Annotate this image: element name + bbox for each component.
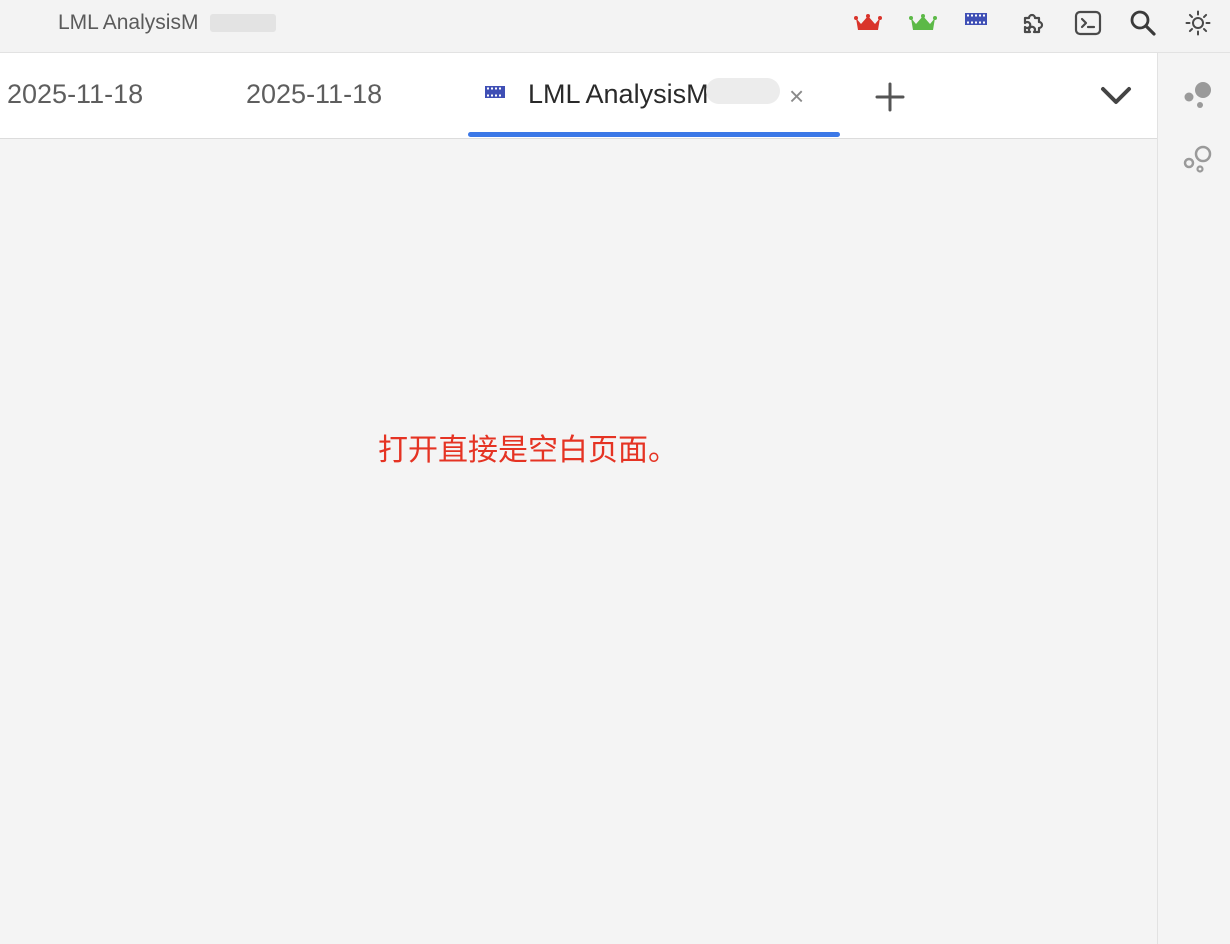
redacted-area xyxy=(706,78,780,104)
redacted-area xyxy=(210,14,276,32)
window-title: LML AnalysisM xyxy=(58,11,199,34)
bubbles-outline-icon[interactable] xyxy=(1182,143,1214,173)
right-side-panel xyxy=(1157,53,1230,944)
tab-label: 2025-11-18 xyxy=(7,79,144,109)
film-icon[interactable] xyxy=(961,4,991,34)
chevron-down-icon xyxy=(1101,87,1131,104)
crown-green-icon[interactable] xyxy=(908,8,938,38)
tab-date-1[interactable]: 2025-11-18 xyxy=(0,53,200,139)
active-tab-indicator xyxy=(468,132,840,137)
close-icon[interactable]: × xyxy=(789,81,804,112)
crown-red-icon[interactable] xyxy=(853,8,883,38)
blank-page-content: 打开直接是空白页面。 xyxy=(0,139,1157,944)
film-icon xyxy=(485,85,505,104)
bubbles-filled-icon[interactable] xyxy=(1182,79,1214,109)
tab-label: 2025-11-18 xyxy=(246,79,383,109)
tab-strip: 2025-11-18 2025-11-18 LML AnalysisM × xyxy=(0,53,1157,139)
terminal-icon[interactable] xyxy=(1073,8,1103,38)
tab-lml-analysis[interactable]: LML AnalysisM × xyxy=(468,53,840,139)
tab-label: LML AnalysisM xyxy=(528,79,709,109)
title-bar: LML AnalysisM xyxy=(0,0,1230,53)
brightness-icon[interactable] xyxy=(1183,8,1213,38)
tab-list-dropdown-button[interactable] xyxy=(1098,81,1134,111)
new-tab-button[interactable] xyxy=(872,79,908,115)
puzzle-icon[interactable] xyxy=(1018,8,1048,38)
tab-date-2[interactable]: 2025-11-18 xyxy=(230,53,440,139)
plus-icon xyxy=(875,82,905,112)
annotation-text: 打开直接是空白页面。 xyxy=(378,433,678,468)
search-icon[interactable] xyxy=(1128,8,1158,38)
